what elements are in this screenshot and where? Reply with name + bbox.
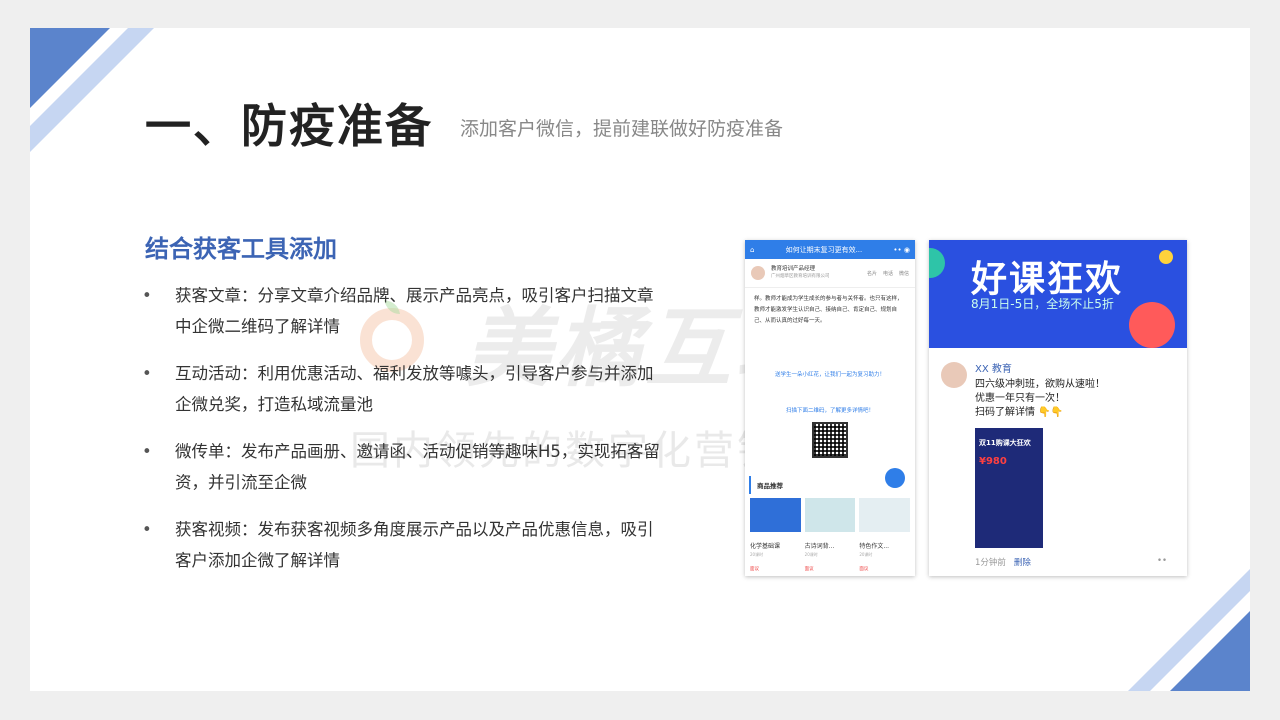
product-name: 化学基础课 [750,543,781,550]
delete-link[interactable]: 删除 [1014,558,1031,568]
article-body: 样。教师才能成为学生成长的参与者与关怀者。也只有这样，教师才能激发学生认识自己、… [754,296,903,324]
bullet-item: • 微传单：发布产品画册、邀请函、活动促销等趣味H5，实现拓客留资，并引流至企微 [142,436,662,498]
product-price: 面议 [750,567,759,572]
profile-action: 微信 [898,270,909,277]
page-subtitle: 添加客户微信，提前建联做好防疫准备 [460,118,784,140]
post-body: XX 教育 四六级冲刺班，欲购从速啦！ 优惠一年只有一次！ 扫码了解详情 👇👇 … [929,348,1187,568]
bullet-item: • 互动活动：利用优惠活动、福利发放等噱头，引导客户参与并添加企微兑奖，打造私域… [142,358,662,420]
bullet-marker: • [142,364,152,383]
profile-action: 电话 [882,270,893,277]
bullet-marker: • [142,520,152,539]
poster-title: 双11购课大狂欢 [979,439,1031,447]
slide: 一、防疫准备 添加客户微信，提前建联做好防疫准备 结合获客工具添加 美橘互联 国… [30,28,1250,691]
corner-decoration-bottom-right [1128,569,1250,691]
post-time: 1分钟前 [975,558,1006,568]
qr-code-icon [812,422,848,458]
bullet-marker: • [142,286,152,305]
product-list: 化学基础课 20课时 面议 古诗词背... 20课时 面议 特色作文... 20… [745,498,915,572]
profile-actions: 名片 电话 微信 [867,270,909,277]
page-title: 一、防疫准备 [145,99,433,153]
avatar [941,362,967,388]
product-price: 面议 [859,567,869,572]
product-name: 特色作文... [859,543,890,550]
decor-circle-icon [1129,302,1175,348]
product-name: 古诗词背... [804,543,835,550]
bullet-item: • 获客视频：发布获客视频多角度展示产品以及产品优惠信息，吸引客户添加企微了解详… [142,514,662,576]
product-image [859,498,911,532]
product-card: 化学基础课 20课时 面议 [750,498,801,572]
bullet-text: 获客文章：分享文章介绍品牌、展示产品亮点，吸引客户扫描文章中企微二维码了解详情 [175,286,654,336]
bullet-list: • 获客文章：分享文章介绍品牌、展示产品亮点，吸引客户扫描文章中企微二维码了解详… [142,280,662,592]
product-image [804,498,856,532]
bullet-text: 获客视频：发布获客视频多角度展示产品以及产品优惠信息，吸引客户添加企微了解详情 [175,520,654,570]
article-phone-screenshot: ⌂ 如何让期末复习更有效... •• ◉ 教育培训产品经理 广州烟草区教育培训有… [745,240,915,576]
home-icon: ⌂ [750,245,755,254]
product-price: 面议 [804,567,814,572]
product-card: 古诗词背... 20课时 面议 [804,498,856,572]
section-title: 结合获客工具添加 [145,235,337,263]
post-poster-image: 双11购课大狂欢 ¥980 [975,428,1043,548]
product-sub: 20课时 [859,552,873,557]
phone-top-title: 如何让期末复习更有效... [785,245,863,254]
more-icon: •• ◉ [893,245,910,254]
profile-name: 教育培训产品经理 [771,266,816,272]
product-sub: 20课时 [804,552,818,557]
avatar [751,266,765,280]
product-sub: 20课时 [750,552,764,557]
post-footer: 1分钟前 删除 •• [975,556,1175,568]
post-line: 优惠一年只有一次！ [975,393,1065,404]
comment-more-icon[interactable]: •• [1157,556,1167,568]
phone-top-bar: ⌂ 如何让期末复习更有效... •• ◉ [745,240,915,259]
moments-post-screenshot: 好课狂欢 8月1日-5日，全场不止5折 XX 教育 四六级冲刺班，欲购从速啦！ … [929,240,1187,576]
bullet-text: 微传单：发布产品画册、邀请函、活动促销等趣味H5，实现拓客留资，并引流至企微 [175,442,660,492]
post-author: XX 教育 [975,364,1012,375]
phone-profile: 教育培训产品经理 广州烟草区教育培训有限公司 名片 电话 微信 [745,259,915,288]
article-qr-caption: 扫描下面二维码，了解更多详情吧！ [785,408,874,414]
promo-banner: 好课狂欢 8月1日-5日，全场不止5折 [929,240,1187,348]
poster-price: ¥980 [979,456,1007,467]
post-line: 四六级冲刺班，欲购从速啦！ [975,379,1105,390]
bullet-item: • 获客文章：分享文章介绍品牌、展示产品亮点，吸引客户扫描文章中企微二维码了解详… [142,280,662,342]
corner-decoration-top-left [30,28,154,152]
product-image [750,498,801,532]
article-blue-line: 送学生一朵小红花，让我们一起为复习助力！ [774,372,885,378]
bullet-marker: • [142,442,152,461]
profile-action: 名片 [866,270,877,277]
profile-org: 广州烟草区教育培训有限公司 [771,274,830,279]
decor-circle-icon [929,248,945,278]
decor-circle-icon [1159,250,1173,264]
bullet-text: 互动活动：利用优惠活动、福利发放等噱头，引导客户参与并添加企微兑奖，打造私域流量… [175,364,654,414]
contact-fab-icon [885,468,905,488]
post-line: 扫码了解详情 👇👇 [975,407,1064,418]
banner-subtitle: 8月1日-5日，全场不止5折 [971,297,1114,311]
product-card: 特色作文... 20课时 面议 [859,498,911,572]
